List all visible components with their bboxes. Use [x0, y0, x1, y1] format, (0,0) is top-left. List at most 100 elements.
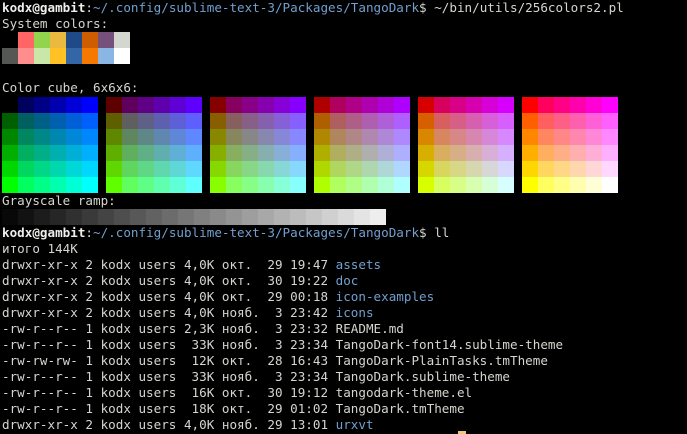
terminal-window[interactable]: kodx@gambit:~/.config/sublime-text-3/Pac…: [0, 0, 687, 434]
cube-cell: [226, 161, 242, 177]
color-swatch: [18, 32, 34, 48]
cube-cell: [466, 145, 482, 161]
cube-cell: [210, 145, 226, 161]
cube-cell: [170, 161, 186, 177]
file-meta: -rw-r--r-- 1 kodx users 33K нояб. 3 23:3…: [2, 337, 336, 352]
file-meta: drwxr-xr-x 2 kodx users 4,0K окт. 29 19:…: [2, 257, 336, 272]
cube-cell: [586, 97, 602, 113]
cube-cell: [170, 145, 186, 161]
cube-cell: [418, 177, 434, 193]
cube-cell: [466, 113, 482, 129]
cube-cell: [362, 161, 378, 177]
cube-cell: [434, 113, 450, 129]
cube-cell: [258, 97, 274, 113]
prompt-separator: :: [85, 225, 93, 240]
cube-cell: [378, 129, 394, 145]
cube-cell: [466, 97, 482, 113]
cube-cell: [498, 145, 514, 161]
cube-cell: [274, 129, 290, 145]
cube-cell: [18, 161, 34, 177]
gray-cell: [178, 209, 194, 225]
cube-cell: [242, 97, 258, 113]
file-name: tangodark-theme.el: [335, 385, 473, 400]
cube-cell: [466, 161, 482, 177]
listing-row: -rw-r--r-- 1 kodx users 33K нояб. 3 23:3…: [2, 337, 563, 353]
cube-cell: [34, 129, 50, 145]
gray-cell: [274, 209, 290, 225]
cube-cell: [418, 145, 434, 161]
cube-cell: [138, 161, 154, 177]
file-name: TangoDark-PlainTasks.tmTheme: [335, 353, 548, 368]
cube-cell: [82, 161, 98, 177]
cube-cell: [602, 145, 618, 161]
cube-cell: [274, 97, 290, 113]
cube-cell: [346, 145, 362, 161]
cube-cell: [170, 113, 186, 129]
cube-cell: [170, 129, 186, 145]
user-host: kodx@gambit: [2, 225, 86, 240]
cube-cell: [498, 113, 514, 129]
cube-cell: [602, 161, 618, 177]
file-meta: -rw-r--r-- 1 kodx users 18K окт. 29 01:0…: [2, 401, 336, 416]
cube-cell: [226, 177, 242, 193]
cube-cell: [538, 145, 554, 161]
color-swatch: [66, 32, 82, 48]
command-text: $ ll: [419, 225, 450, 240]
cube-cell: [314, 161, 330, 177]
cube-cell: [66, 145, 82, 161]
cube-cell: [186, 129, 202, 145]
cube-cell: [258, 145, 274, 161]
cube-cell: [466, 129, 482, 145]
cube-cell: [482, 145, 498, 161]
user-host: kodx@gambit: [2, 0, 86, 15]
gray-cell: [34, 209, 50, 225]
color-swatch: [114, 48, 130, 64]
cube-cell: [314, 177, 330, 193]
cube-cell: [242, 177, 258, 193]
cube-cell: [482, 177, 498, 193]
color-swatch: [66, 48, 82, 64]
gray-cell: [338, 209, 354, 225]
cube-cell: [418, 161, 434, 177]
file-meta: drwxr-xr-x 2 kodx users 4,0K нояб. 29 13…: [2, 417, 336, 432]
color-cube-block: [314, 97, 410, 193]
color-swatch: [98, 32, 114, 48]
file-meta: drwxr-xr-x 2 kodx users 4,0K нояб. 3 23:…: [2, 305, 336, 320]
gray-cell: [162, 209, 178, 225]
cube-cell: [258, 161, 274, 177]
cube-cell: [106, 161, 122, 177]
cube-cell: [170, 177, 186, 193]
gray-cell: [114, 209, 130, 225]
cube-cell: [50, 113, 66, 129]
cube-cell: [482, 97, 498, 113]
cube-cell: [18, 177, 34, 193]
cube-cell: [314, 113, 330, 129]
current-path: ~/.config/sublime-text-3/Packages/TangoD…: [93, 225, 420, 240]
gray-cell: [242, 209, 258, 225]
cube-cell: [602, 129, 618, 145]
cube-cell: [2, 145, 18, 161]
cube-cell: [538, 97, 554, 113]
color-swatch: [18, 48, 34, 64]
cube-cell: [82, 113, 98, 129]
cube-cell: [314, 129, 330, 145]
cube-cell: [330, 177, 346, 193]
cube-cell: [66, 113, 82, 129]
gray-cell: [66, 209, 82, 225]
cube-cell: [522, 129, 538, 145]
cube-cell: [498, 177, 514, 193]
gray-cell: [146, 209, 162, 225]
cube-cell: [362, 145, 378, 161]
cube-cell: [18, 97, 34, 113]
cube-cell: [362, 113, 378, 129]
cube-cell: [570, 113, 586, 129]
cube-cell: [50, 97, 66, 113]
directory-name: assets: [335, 257, 382, 272]
color-cube-block: [418, 97, 514, 193]
cube-cell: [418, 97, 434, 113]
current-path: ~/.config/sublime-text-3/Packages/TangoD…: [93, 0, 420, 15]
file-meta: -rw-r--r-- 1 kodx users 33K нояб. 3 23:3…: [2, 369, 336, 384]
cube-cell: [346, 161, 362, 177]
cube-cell: [378, 177, 394, 193]
cube-cell: [34, 97, 50, 113]
